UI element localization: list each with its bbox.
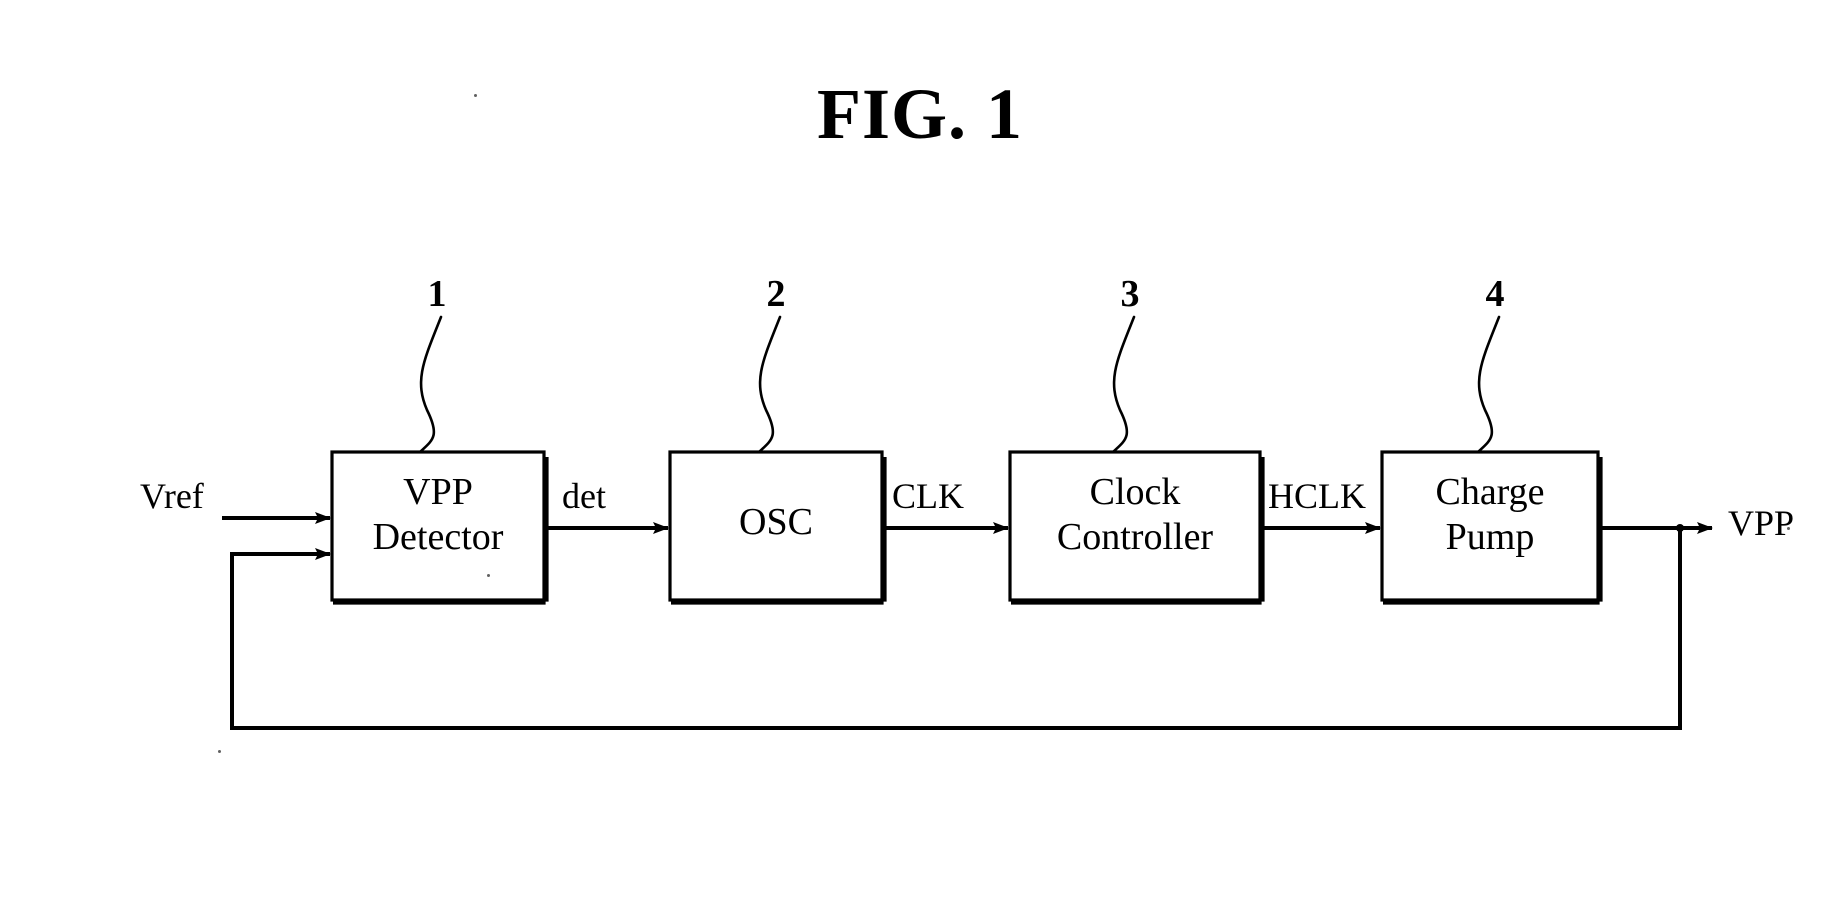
leader-line-3 [1111, 315, 1136, 454]
signal-label-vref: Vref [140, 476, 204, 516]
feedback-junction-node [1676, 524, 1684, 532]
signal-label-clk: CLK [892, 476, 964, 516]
block-charge-pump-shape [1380, 450, 1603, 605]
reference-numeral-3: 3 [1120, 273, 1140, 315]
scan-speck [487, 574, 490, 577]
leader-line-4 [1476, 315, 1501, 454]
reference-leader-lines [418, 315, 1501, 454]
block-vpp-detector-shape [330, 450, 549, 605]
scan-speck [218, 750, 221, 753]
leader-line-1 [418, 315, 443, 454]
block-diagram-canvas [222, 315, 1713, 730]
reference-numeral-2: 2 [766, 273, 786, 315]
reference-numeral-1: 1 [427, 273, 447, 315]
signal-label-hclk: HCLK [1268, 476, 1366, 516]
block-osc-shape [668, 450, 887, 605]
signal-label-det: det [562, 476, 606, 516]
signal-label-vpp-output: VPP [1728, 503, 1795, 543]
reference-numeral-4: 4 [1485, 273, 1505, 315]
leader-line-2 [757, 315, 782, 454]
figure-page: FIG. 1 VPP Detector OSC Clock Controller… [0, 0, 1840, 908]
scan-speck [474, 94, 477, 97]
block-clock-controller-shape [1008, 450, 1265, 605]
scan-speck [1787, 527, 1790, 530]
